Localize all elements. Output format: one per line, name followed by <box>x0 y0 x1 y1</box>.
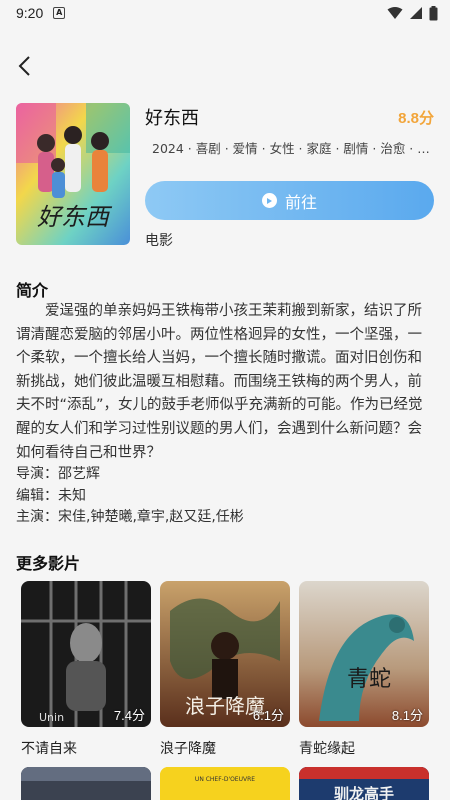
partial-poster-text: 驯龙高手 <box>334 785 394 800</box>
writer-line: 编辑：未知 <box>16 487 86 504</box>
movie-card-partial[interactable]: 驯龙高手 <box>299 767 429 800</box>
wifi-icon <box>387 7 403 19</box>
movie-card[interactable]: 青蛇 8.1分 青蛇缘起 <box>299 581 429 758</box>
poster-title-text: 好东西 <box>37 203 113 231</box>
movie-type: 电影 <box>145 233 173 249</box>
movie-poster: 好东西 <box>16 103 130 245</box>
movie-card-score: 6.1分 <box>252 708 284 723</box>
credits: 导演：邵艺辉 编辑：未知 主演：宋佳,钟楚曦,章宇,赵又廷,任彬 <box>16 464 244 529</box>
movie-card-partial[interactable] <box>21 767 151 800</box>
status-time: 9:20 <box>16 5 44 21</box>
intro-text: 爱逞强的单亲妈妈王铁梅带小孩王茉莉搬到新家，结识了所谓清醒恋爱脑的邻居小叶。两位… <box>16 303 423 461</box>
go-button[interactable]: 前往 <box>145 181 434 220</box>
battery-icon <box>429 5 438 20</box>
more-movies-heading: 更多影片 <box>16 554 81 573</box>
movie-card-partial[interactable]: UN CHEF-D'OEUVRE <box>160 767 290 800</box>
back-button[interactable] <box>10 52 38 80</box>
director-line: 导演：邵艺辉 <box>16 466 100 482</box>
poster-image: 好东西 <box>16 103 130 245</box>
movie-card-poster: 浪子降魔 6.1分 <box>160 581 290 727</box>
signal-icon <box>410 7 422 19</box>
movie-card-title: 不请自来 <box>21 741 77 757</box>
movie-card-score: 7.4分 <box>113 708 145 723</box>
partial-poster-text: UN CHEF-D'OEUVRE <box>195 776 255 783</box>
movie-tags: 2024 · 喜剧 · 爱情 · 女性 · 家庭 · 剧情 · 治愈 · 温暖 … <box>152 141 434 156</box>
movie-card-score: 8.1分 <box>391 708 423 723</box>
movie-card-title: 青蛇缘起 <box>299 741 355 757</box>
chevron-left-icon <box>18 56 30 76</box>
movie-title: 好东西 <box>145 108 199 129</box>
movie-card-poster-text: Unin <box>39 711 64 724</box>
movie-card[interactable]: 浪子降魔 6.1分 浪子降魔 <box>160 581 290 758</box>
sim-icon: A <box>53 7 66 19</box>
movie-card-poster: Unin 7.4分 <box>21 581 151 727</box>
play-icon <box>261 193 277 208</box>
movie-card-poster-text: 青蛇 <box>347 667 391 692</box>
movie-card[interactable]: Unin 7.4分 不请自来 <box>21 581 151 758</box>
movie-score: 8.8分 <box>398 110 434 127</box>
cast-line: 主演：宋佳,钟楚曦,章宇,赵又廷,任彬 <box>16 509 244 525</box>
status-bar: 9:20 A <box>0 0 450 26</box>
go-button-label: 前往 <box>284 192 317 212</box>
intro-heading: 简介 <box>16 281 49 300</box>
movie-card-poster: 青蛇 8.1分 <box>299 581 429 727</box>
movie-card-title: 浪子降魔 <box>160 741 216 757</box>
